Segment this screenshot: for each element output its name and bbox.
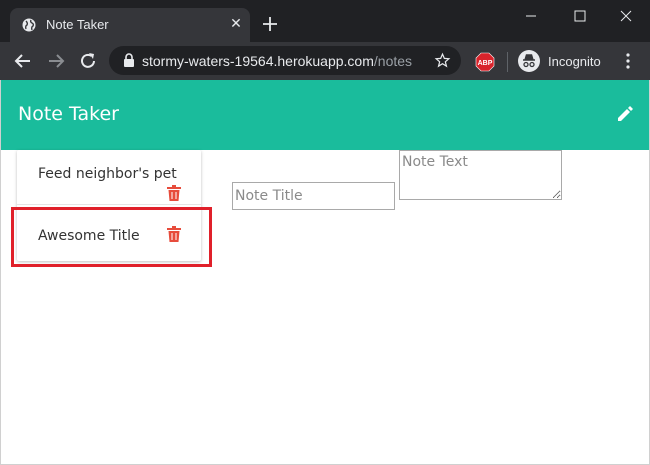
note-text-input[interactable] [399, 150, 562, 200]
browser-titlebar: Note Taker ✕ [0, 0, 650, 42]
pencil-icon[interactable] [615, 104, 635, 124]
browser-toolbar: stormy-waters-19564.herokuapp.com/notes … [0, 42, 650, 80]
more-menu-icon[interactable] [620, 52, 636, 70]
tab-title: Note Taker [46, 17, 109, 32]
url-text[interactable]: stormy-waters-19564.herokuapp.com/notes [142, 53, 412, 69]
address-bar[interactable]: stormy-waters-19564.herokuapp.com/notes [109, 46, 461, 75]
maximize-icon[interactable] [565, 6, 595, 26]
globe-icon [22, 18, 36, 32]
tab-close-icon[interactable]: ✕ [228, 15, 244, 31]
reload-icon[interactable] [78, 51, 98, 71]
adblock-label: ABP [478, 60, 493, 67]
minimize-icon[interactable] [516, 6, 546, 26]
note-title-input[interactable] [232, 182, 395, 210]
browser-tab[interactable]: Note Taker ✕ [10, 8, 250, 42]
back-arrow-icon[interactable] [13, 51, 33, 71]
list-item[interactable]: Feed neighbor's pet [17, 150, 201, 205]
forward-arrow-icon[interactable] [46, 51, 66, 71]
highlight-box [11, 207, 212, 267]
toolbar-separator [507, 52, 508, 72]
note-item-title: Feed neighbor's pet [38, 166, 177, 182]
bookmark-star-icon[interactable] [434, 52, 451, 69]
url-path: /notes [373, 53, 413, 69]
lock-icon[interactable] [123, 53, 135, 67]
app-header: Note Taker [0, 80, 650, 150]
window-close-icon[interactable] [611, 6, 641, 26]
trash-icon[interactable] [167, 185, 181, 201]
new-tab-icon[interactable] [260, 14, 280, 34]
url-host: stormy-waters-19564.herokuapp.com [142, 53, 374, 69]
adblock-plus-icon[interactable]: ABP [475, 52, 495, 72]
incognito-icon[interactable] [518, 50, 540, 72]
incognito-label[interactable]: Incognito [548, 54, 601, 69]
app-title[interactable]: Note Taker [18, 103, 119, 125]
